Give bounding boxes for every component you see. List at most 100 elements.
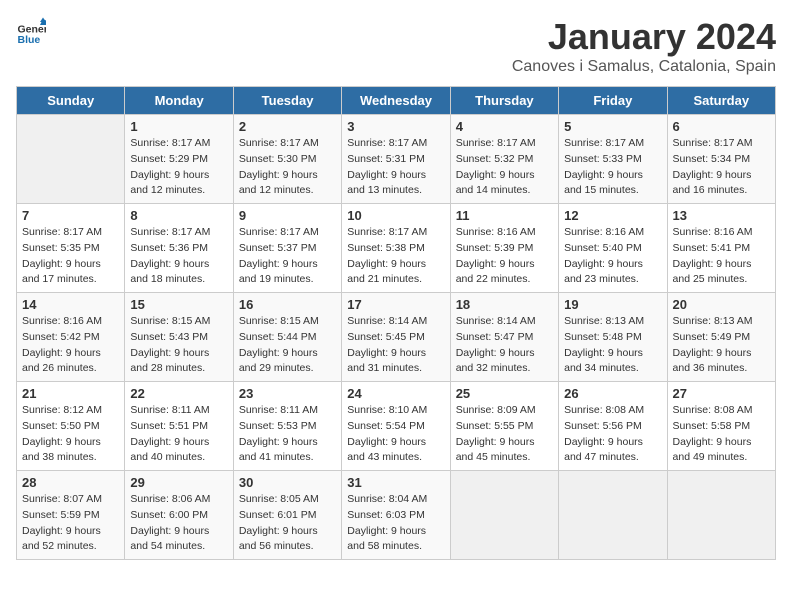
sunrise-text: Sunrise: 8:04 AM bbox=[347, 493, 427, 505]
calendar-cell: 26 Sunrise: 8:08 AM Sunset: 5:56 PM Dayl… bbox=[559, 382, 667, 471]
calendar-cell: 20 Sunrise: 8:13 AM Sunset: 5:49 PM Dayl… bbox=[667, 293, 775, 382]
sunrise-text: Sunrise: 8:15 AM bbox=[239, 315, 319, 327]
sunrise-text: Sunrise: 8:06 AM bbox=[130, 493, 210, 505]
daylight-text: Daylight: 9 hours and 15 minutes. bbox=[564, 169, 643, 197]
day-number: 25 bbox=[456, 386, 553, 401]
day-number: 21 bbox=[22, 386, 119, 401]
sunrise-text: Sunrise: 8:11 AM bbox=[130, 404, 209, 416]
day-number: 27 bbox=[673, 386, 770, 401]
calendar-cell: 28 Sunrise: 8:07 AM Sunset: 5:59 PM Dayl… bbox=[17, 471, 125, 560]
sunrise-text: Sunrise: 8:17 AM bbox=[22, 226, 102, 238]
sunrise-text: Sunrise: 8:14 AM bbox=[456, 315, 536, 327]
sunrise-text: Sunrise: 8:08 AM bbox=[564, 404, 644, 416]
daylight-text: Daylight: 9 hours and 45 minutes. bbox=[456, 436, 535, 464]
sunrise-text: Sunrise: 8:17 AM bbox=[456, 137, 536, 149]
day-info: Sunrise: 8:06 AM Sunset: 6:00 PM Dayligh… bbox=[130, 492, 227, 555]
calendar-cell: 25 Sunrise: 8:09 AM Sunset: 5:55 PM Dayl… bbox=[450, 382, 558, 471]
daylight-text: Daylight: 9 hours and 49 minutes. bbox=[673, 436, 752, 464]
calendar-week-row: 7 Sunrise: 8:17 AM Sunset: 5:35 PM Dayli… bbox=[17, 204, 776, 293]
day-info: Sunrise: 8:17 AM Sunset: 5:31 PM Dayligh… bbox=[347, 136, 444, 199]
daylight-text: Daylight: 9 hours and 34 minutes. bbox=[564, 347, 643, 375]
daylight-text: Daylight: 9 hours and 21 minutes. bbox=[347, 258, 426, 286]
calendar-cell: 10 Sunrise: 8:17 AM Sunset: 5:38 PM Dayl… bbox=[342, 204, 450, 293]
sunset-text: Sunset: 5:41 PM bbox=[673, 242, 751, 254]
day-info: Sunrise: 8:16 AM Sunset: 5:42 PM Dayligh… bbox=[22, 314, 119, 377]
calendar-cell: 2 Sunrise: 8:17 AM Sunset: 5:30 PM Dayli… bbox=[233, 115, 341, 204]
sunrise-text: Sunrise: 8:10 AM bbox=[347, 404, 427, 416]
day-info: Sunrise: 8:15 AM Sunset: 5:44 PM Dayligh… bbox=[239, 314, 336, 377]
day-info: Sunrise: 8:05 AM Sunset: 6:01 PM Dayligh… bbox=[239, 492, 336, 555]
day-number: 20 bbox=[673, 297, 770, 312]
header-row: SundayMondayTuesdayWednesdayThursdayFrid… bbox=[17, 87, 776, 115]
calendar-cell bbox=[450, 471, 558, 560]
day-number: 15 bbox=[130, 297, 227, 312]
sunset-text: Sunset: 5:54 PM bbox=[347, 420, 425, 432]
day-number: 2 bbox=[239, 119, 336, 134]
sunrise-text: Sunrise: 8:17 AM bbox=[347, 137, 427, 149]
sunrise-text: Sunrise: 8:17 AM bbox=[347, 226, 427, 238]
day-number: 12 bbox=[564, 208, 661, 223]
day-info: Sunrise: 8:13 AM Sunset: 5:48 PM Dayligh… bbox=[564, 314, 661, 377]
day-number: 13 bbox=[673, 208, 770, 223]
calendar-cell: 3 Sunrise: 8:17 AM Sunset: 5:31 PM Dayli… bbox=[342, 115, 450, 204]
day-number: 28 bbox=[22, 475, 119, 490]
day-number: 16 bbox=[239, 297, 336, 312]
logo-icon: General Blue bbox=[16, 16, 46, 46]
sunrise-text: Sunrise: 8:14 AM bbox=[347, 315, 427, 327]
weekday-header: Friday bbox=[559, 87, 667, 115]
sunrise-text: Sunrise: 8:17 AM bbox=[673, 137, 753, 149]
day-info: Sunrise: 8:10 AM Sunset: 5:54 PM Dayligh… bbox=[347, 403, 444, 466]
calendar-cell: 16 Sunrise: 8:15 AM Sunset: 5:44 PM Dayl… bbox=[233, 293, 341, 382]
sunset-text: Sunset: 5:48 PM bbox=[564, 331, 642, 343]
calendar-week-row: 21 Sunrise: 8:12 AM Sunset: 5:50 PM Dayl… bbox=[17, 382, 776, 471]
calendar-cell: 23 Sunrise: 8:11 AM Sunset: 5:53 PM Dayl… bbox=[233, 382, 341, 471]
day-number: 31 bbox=[347, 475, 444, 490]
calendar-cell bbox=[559, 471, 667, 560]
sunset-text: Sunset: 5:42 PM bbox=[22, 331, 100, 343]
calendar-cell: 5 Sunrise: 8:17 AM Sunset: 5:33 PM Dayli… bbox=[559, 115, 667, 204]
day-info: Sunrise: 8:14 AM Sunset: 5:47 PM Dayligh… bbox=[456, 314, 553, 377]
sunset-text: Sunset: 5:32 PM bbox=[456, 153, 534, 165]
daylight-text: Daylight: 9 hours and 43 minutes. bbox=[347, 436, 426, 464]
svg-text:Blue: Blue bbox=[18, 34, 41, 46]
day-number: 4 bbox=[456, 119, 553, 134]
sunrise-text: Sunrise: 8:17 AM bbox=[564, 137, 644, 149]
day-number: 3 bbox=[347, 119, 444, 134]
sunset-text: Sunset: 5:44 PM bbox=[239, 331, 317, 343]
day-info: Sunrise: 8:11 AM Sunset: 5:51 PM Dayligh… bbox=[130, 403, 227, 466]
day-info: Sunrise: 8:17 AM Sunset: 5:29 PM Dayligh… bbox=[130, 136, 227, 199]
sunrise-text: Sunrise: 8:16 AM bbox=[564, 226, 644, 238]
calendar-cell: 13 Sunrise: 8:16 AM Sunset: 5:41 PM Dayl… bbox=[667, 204, 775, 293]
sunset-text: Sunset: 5:47 PM bbox=[456, 331, 534, 343]
sunrise-text: Sunrise: 8:17 AM bbox=[239, 226, 319, 238]
calendar-cell: 19 Sunrise: 8:13 AM Sunset: 5:48 PM Dayl… bbox=[559, 293, 667, 382]
daylight-text: Daylight: 9 hours and 25 minutes. bbox=[673, 258, 752, 286]
weekday-header: Saturday bbox=[667, 87, 775, 115]
sunset-text: Sunset: 5:49 PM bbox=[673, 331, 751, 343]
weekday-header: Tuesday bbox=[233, 87, 341, 115]
day-number: 14 bbox=[22, 297, 119, 312]
calendar-cell: 7 Sunrise: 8:17 AM Sunset: 5:35 PM Dayli… bbox=[17, 204, 125, 293]
daylight-text: Daylight: 9 hours and 41 minutes. bbox=[239, 436, 318, 464]
weekday-header: Monday bbox=[125, 87, 233, 115]
sunrise-text: Sunrise: 8:12 AM bbox=[22, 404, 102, 416]
day-number: 1 bbox=[130, 119, 227, 134]
weekday-header: Sunday bbox=[17, 87, 125, 115]
daylight-text: Daylight: 9 hours and 17 minutes. bbox=[22, 258, 101, 286]
day-info: Sunrise: 8:17 AM Sunset: 5:32 PM Dayligh… bbox=[456, 136, 553, 199]
day-number: 23 bbox=[239, 386, 336, 401]
calendar-cell: 18 Sunrise: 8:14 AM Sunset: 5:47 PM Dayl… bbox=[450, 293, 558, 382]
daylight-text: Daylight: 9 hours and 47 minutes. bbox=[564, 436, 643, 464]
day-number: 29 bbox=[130, 475, 227, 490]
daylight-text: Daylight: 9 hours and 58 minutes. bbox=[347, 525, 426, 553]
day-info: Sunrise: 8:16 AM Sunset: 5:39 PM Dayligh… bbox=[456, 225, 553, 288]
sunrise-text: Sunrise: 8:11 AM bbox=[239, 404, 318, 416]
daylight-text: Daylight: 9 hours and 36 minutes. bbox=[673, 347, 752, 375]
day-number: 18 bbox=[456, 297, 553, 312]
day-number: 11 bbox=[456, 208, 553, 223]
calendar-week-row: 28 Sunrise: 8:07 AM Sunset: 5:59 PM Dayl… bbox=[17, 471, 776, 560]
sunset-text: Sunset: 5:51 PM bbox=[130, 420, 208, 432]
day-info: Sunrise: 8:09 AM Sunset: 5:55 PM Dayligh… bbox=[456, 403, 553, 466]
calendar-cell: 1 Sunrise: 8:17 AM Sunset: 5:29 PM Dayli… bbox=[125, 115, 233, 204]
sunset-text: Sunset: 5:56 PM bbox=[564, 420, 642, 432]
